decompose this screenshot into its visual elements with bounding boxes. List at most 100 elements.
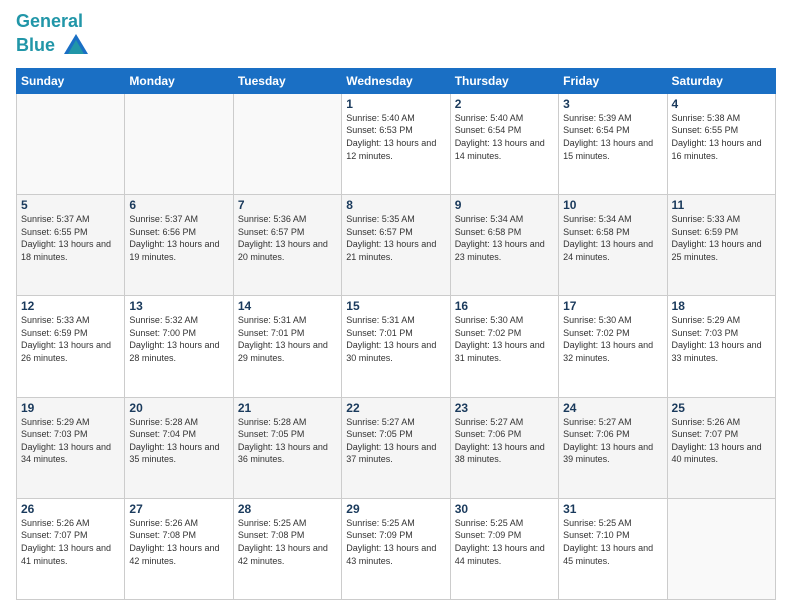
calendar-day-4: 4Sunrise: 5:38 AM Sunset: 6:55 PM Daylig… (667, 93, 775, 194)
day-info: Sunrise: 5:34 AM Sunset: 6:58 PM Dayligh… (455, 213, 554, 263)
calendar-day-30: 30Sunrise: 5:25 AM Sunset: 7:09 PM Dayli… (450, 498, 558, 599)
day-info: Sunrise: 5:25 AM Sunset: 7:08 PM Dayligh… (238, 517, 337, 567)
day-number: 26 (21, 502, 120, 516)
calendar-day-2: 2Sunrise: 5:40 AM Sunset: 6:54 PM Daylig… (450, 93, 558, 194)
day-number: 23 (455, 401, 554, 415)
calendar-week-4: 19Sunrise: 5:29 AM Sunset: 7:03 PM Dayli… (17, 397, 776, 498)
day-number: 2 (455, 97, 554, 111)
day-number: 10 (563, 198, 662, 212)
calendar-day-19: 19Sunrise: 5:29 AM Sunset: 7:03 PM Dayli… (17, 397, 125, 498)
day-number: 17 (563, 299, 662, 313)
header: General Blue (16, 12, 776, 60)
calendar-day-9: 9Sunrise: 5:34 AM Sunset: 6:58 PM Daylig… (450, 195, 558, 296)
weekday-header-monday: Monday (125, 68, 233, 93)
day-info: Sunrise: 5:35 AM Sunset: 6:57 PM Dayligh… (346, 213, 445, 263)
day-number: 5 (21, 198, 120, 212)
day-info: Sunrise: 5:32 AM Sunset: 7:00 PM Dayligh… (129, 314, 228, 364)
day-info: Sunrise: 5:37 AM Sunset: 6:56 PM Dayligh… (129, 213, 228, 263)
page: General Blue SundayMondayTuesdayWednesda… (0, 0, 792, 612)
day-info: Sunrise: 5:30 AM Sunset: 7:02 PM Dayligh… (455, 314, 554, 364)
day-number: 18 (672, 299, 771, 313)
day-info: Sunrise: 5:25 AM Sunset: 7:10 PM Dayligh… (563, 517, 662, 567)
logo-text: General (16, 12, 90, 32)
day-info: Sunrise: 5:29 AM Sunset: 7:03 PM Dayligh… (672, 314, 771, 364)
calendar-day-1: 1Sunrise: 5:40 AM Sunset: 6:53 PM Daylig… (342, 93, 450, 194)
calendar-empty (667, 498, 775, 599)
day-info: Sunrise: 5:28 AM Sunset: 7:05 PM Dayligh… (238, 416, 337, 466)
weekday-header-friday: Friday (559, 68, 667, 93)
calendar-day-27: 27Sunrise: 5:26 AM Sunset: 7:08 PM Dayli… (125, 498, 233, 599)
weekday-header-sunday: Sunday (17, 68, 125, 93)
calendar-day-12: 12Sunrise: 5:33 AM Sunset: 6:59 PM Dayli… (17, 296, 125, 397)
day-info: Sunrise: 5:29 AM Sunset: 7:03 PM Dayligh… (21, 416, 120, 466)
weekday-header-saturday: Saturday (667, 68, 775, 93)
calendar-day-14: 14Sunrise: 5:31 AM Sunset: 7:01 PM Dayli… (233, 296, 341, 397)
day-number: 16 (455, 299, 554, 313)
day-info: Sunrise: 5:26 AM Sunset: 7:07 PM Dayligh… (21, 517, 120, 567)
day-number: 4 (672, 97, 771, 111)
calendar-day-26: 26Sunrise: 5:26 AM Sunset: 7:07 PM Dayli… (17, 498, 125, 599)
day-number: 12 (21, 299, 120, 313)
day-info: Sunrise: 5:27 AM Sunset: 7:06 PM Dayligh… (455, 416, 554, 466)
calendar-day-17: 17Sunrise: 5:30 AM Sunset: 7:02 PM Dayli… (559, 296, 667, 397)
calendar-day-28: 28Sunrise: 5:25 AM Sunset: 7:08 PM Dayli… (233, 498, 341, 599)
day-info: Sunrise: 5:34 AM Sunset: 6:58 PM Dayligh… (563, 213, 662, 263)
day-info: Sunrise: 5:37 AM Sunset: 6:55 PM Dayligh… (21, 213, 120, 263)
day-number: 24 (563, 401, 662, 415)
day-info: Sunrise: 5:33 AM Sunset: 6:59 PM Dayligh… (672, 213, 771, 263)
calendar-table: SundayMondayTuesdayWednesdayThursdayFrid… (16, 68, 776, 600)
weekday-header-thursday: Thursday (450, 68, 558, 93)
day-info: Sunrise: 5:30 AM Sunset: 7:02 PM Dayligh… (563, 314, 662, 364)
day-info: Sunrise: 5:27 AM Sunset: 7:06 PM Dayligh… (563, 416, 662, 466)
day-number: 31 (563, 502, 662, 516)
day-info: Sunrise: 5:27 AM Sunset: 7:05 PM Dayligh… (346, 416, 445, 466)
weekday-header-wednesday: Wednesday (342, 68, 450, 93)
day-number: 27 (129, 502, 228, 516)
calendar-day-23: 23Sunrise: 5:27 AM Sunset: 7:06 PM Dayli… (450, 397, 558, 498)
day-info: Sunrise: 5:33 AM Sunset: 6:59 PM Dayligh… (21, 314, 120, 364)
weekday-header-tuesday: Tuesday (233, 68, 341, 93)
day-number: 29 (346, 502, 445, 516)
calendar-day-8: 8Sunrise: 5:35 AM Sunset: 6:57 PM Daylig… (342, 195, 450, 296)
logo: General Blue (16, 12, 90, 60)
calendar-day-7: 7Sunrise: 5:36 AM Sunset: 6:57 PM Daylig… (233, 195, 341, 296)
calendar-day-29: 29Sunrise: 5:25 AM Sunset: 7:09 PM Dayli… (342, 498, 450, 599)
calendar-header-row: SundayMondayTuesdayWednesdayThursdayFrid… (17, 68, 776, 93)
calendar-day-31: 31Sunrise: 5:25 AM Sunset: 7:10 PM Dayli… (559, 498, 667, 599)
day-info: Sunrise: 5:31 AM Sunset: 7:01 PM Dayligh… (346, 314, 445, 364)
calendar-week-3: 12Sunrise: 5:33 AM Sunset: 6:59 PM Dayli… (17, 296, 776, 397)
calendar-day-24: 24Sunrise: 5:27 AM Sunset: 7:06 PM Dayli… (559, 397, 667, 498)
day-info: Sunrise: 5:31 AM Sunset: 7:01 PM Dayligh… (238, 314, 337, 364)
logo-blue: Blue (16, 32, 90, 60)
day-number: 20 (129, 401, 228, 415)
day-info: Sunrise: 5:40 AM Sunset: 6:54 PM Dayligh… (455, 112, 554, 162)
day-info: Sunrise: 5:38 AM Sunset: 6:55 PM Dayligh… (672, 112, 771, 162)
calendar-day-20: 20Sunrise: 5:28 AM Sunset: 7:04 PM Dayli… (125, 397, 233, 498)
calendar-day-13: 13Sunrise: 5:32 AM Sunset: 7:00 PM Dayli… (125, 296, 233, 397)
calendar-week-1: 1Sunrise: 5:40 AM Sunset: 6:53 PM Daylig… (17, 93, 776, 194)
day-number: 28 (238, 502, 337, 516)
day-number: 7 (238, 198, 337, 212)
day-info: Sunrise: 5:25 AM Sunset: 7:09 PM Dayligh… (346, 517, 445, 567)
calendar-empty (125, 93, 233, 194)
day-number: 19 (21, 401, 120, 415)
calendar-day-18: 18Sunrise: 5:29 AM Sunset: 7:03 PM Dayli… (667, 296, 775, 397)
calendar-day-22: 22Sunrise: 5:27 AM Sunset: 7:05 PM Dayli… (342, 397, 450, 498)
calendar-day-15: 15Sunrise: 5:31 AM Sunset: 7:01 PM Dayli… (342, 296, 450, 397)
day-number: 21 (238, 401, 337, 415)
calendar-day-25: 25Sunrise: 5:26 AM Sunset: 7:07 PM Dayli… (667, 397, 775, 498)
day-info: Sunrise: 5:39 AM Sunset: 6:54 PM Dayligh… (563, 112, 662, 162)
day-number: 1 (346, 97, 445, 111)
day-number: 11 (672, 198, 771, 212)
day-info: Sunrise: 5:28 AM Sunset: 7:04 PM Dayligh… (129, 416, 228, 466)
calendar-empty (233, 93, 341, 194)
logo-icon (62, 32, 90, 60)
calendar-day-16: 16Sunrise: 5:30 AM Sunset: 7:02 PM Dayli… (450, 296, 558, 397)
day-number: 22 (346, 401, 445, 415)
day-number: 30 (455, 502, 554, 516)
day-number: 13 (129, 299, 228, 313)
calendar-day-5: 5Sunrise: 5:37 AM Sunset: 6:55 PM Daylig… (17, 195, 125, 296)
day-number: 3 (563, 97, 662, 111)
day-number: 6 (129, 198, 228, 212)
calendar-empty (17, 93, 125, 194)
